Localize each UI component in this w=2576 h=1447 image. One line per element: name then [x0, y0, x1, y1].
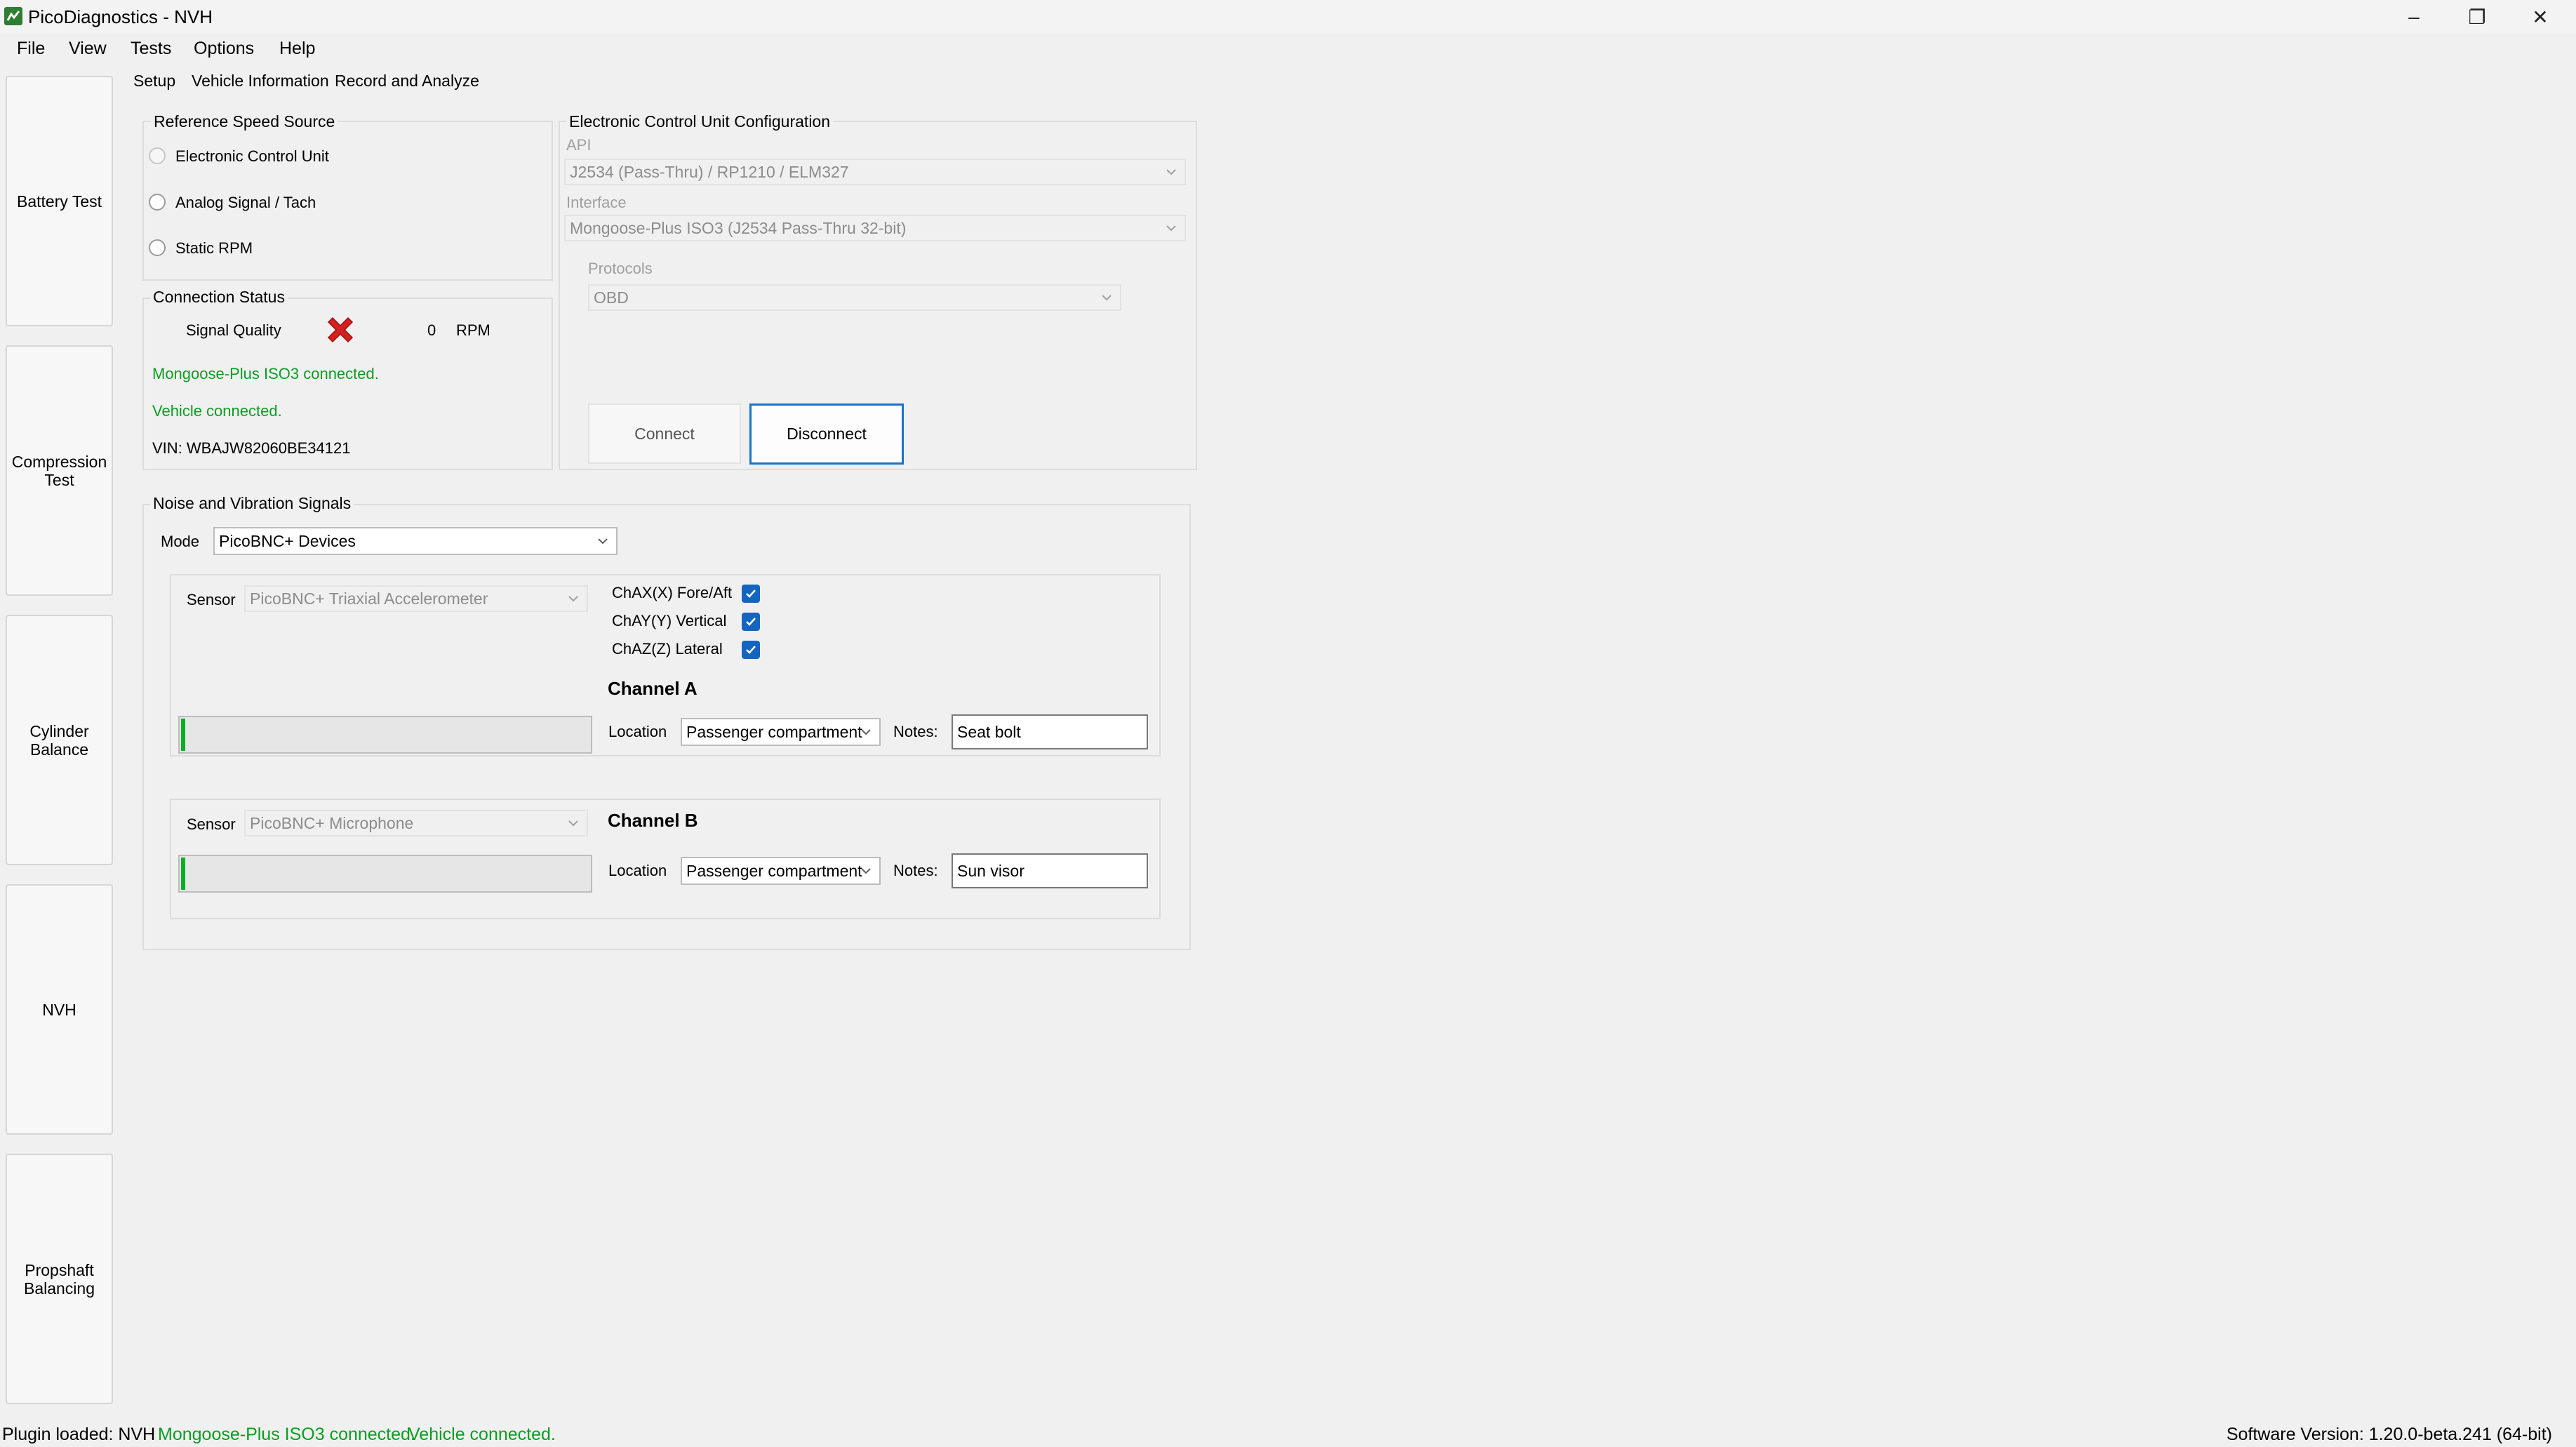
rpm-unit: RPM [456, 321, 490, 339]
interface-label: Interface [566, 194, 627, 211]
radio-static-rpm-label: Static RPM [175, 239, 253, 257]
channel-a-location-value: Passenger compartment [686, 722, 862, 741]
checkmark-icon [746, 646, 756, 654]
channel-a-location-label: Location [608, 723, 667, 740]
status-adapter: Mongoose-Plus ISO3 connected. [158, 1425, 415, 1444]
axis-y-checkbox[interactable] [742, 613, 760, 631]
nav-battery-test[interactable]: Battery Test [6, 76, 113, 326]
vin-text: VIN: WBAJW82060BE34121 [152, 439, 351, 457]
channel-b-location-label: Location [608, 862, 667, 879]
channel-b-location-dropdown[interactable]: Passenger compartment [681, 857, 881, 885]
tab-record-and-analyze[interactable]: Record and Analyze [335, 72, 479, 91]
chevron-down-icon [861, 729, 871, 735]
channel-a-sensor-label: Sensor [187, 591, 236, 608]
app-icon [3, 6, 24, 27]
nav-propshaft-balancing[interactable]: Propshaft Balancing [6, 1154, 113, 1404]
signal-quality-label: Signal Quality [186, 321, 281, 339]
tab-setup[interactable]: Setup [133, 72, 175, 91]
interface-dropdown[interactable]: Mongoose-Plus ISO3 (J2534 Pass-Thru 32-b… [564, 215, 1186, 241]
axis-z-label: ChAZ(Z) Lateral [612, 640, 723, 658]
menu-view[interactable]: View [69, 39, 107, 59]
window-title: PicoDiagnostics - NVH [28, 6, 213, 27]
channel-b-level-fill [181, 858, 185, 890]
channel-a-level-bar [178, 716, 592, 754]
axis-y-label: ChAY(Y) Vertical [612, 612, 727, 629]
channel-a-sensor-value: PicoBNC+ Triaxial Accelerometer [250, 589, 488, 608]
radio-static-rpm[interactable] [149, 239, 166, 256]
adapter-status-message: Mongoose-Plus ISO3 connected. [152, 365, 379, 382]
close-button[interactable]: ✕ [2509, 0, 2572, 34]
protocols-value: OBD [594, 288, 629, 307]
signal-error-icon [323, 312, 358, 347]
channel-b-sensor-value: PicoBNC+ Microphone [250, 813, 414, 832]
menu-options[interactable]: Options [194, 39, 254, 59]
channel-b-sensor-dropdown[interactable]: PicoBNC+ Microphone [244, 810, 588, 836]
rpm-value: 0 [427, 321, 436, 339]
channel-a-notes-label: Notes: [893, 723, 938, 740]
checkmark-icon [746, 589, 756, 598]
status-version: Software Version: 1.20.0-beta.241 (64-bi… [2226, 1425, 2552, 1444]
protocols-dropdown[interactable]: OBD [588, 284, 1121, 311]
protocols-label: Protocols [588, 260, 653, 277]
nav-nvh[interactable]: NVH [6, 884, 113, 1135]
mode-dropdown[interactable]: PicoBNC+ Devices [213, 527, 618, 555]
channel-a-location-dropdown[interactable]: Passenger compartment [681, 718, 881, 746]
channel-b-notes-field[interactable]: Sun visor [952, 853, 1148, 888]
channel-a-sensor-dropdown[interactable]: PicoBNC+ Triaxial Accelerometer [244, 585, 588, 612]
connect-button[interactable]: Connect [588, 404, 741, 464]
axis-x-checkbox[interactable] [742, 585, 760, 603]
api-dropdown[interactable]: J2534 (Pass-Thru) / RP1210 / ELM327 [564, 159, 1186, 185]
ecu-config-title: Electronic Control Unit Configuration [566, 112, 834, 131]
radio-ecu-label: Electronic Control Unit [175, 147, 329, 165]
nav-cylinder-balance[interactable]: Cylinder Balance [6, 615, 113, 865]
reference-speed-title: Reference Speed Source [151, 112, 338, 131]
title-bar: PicoDiagnostics - NVH – ❐ ✕ [0, 0, 2576, 34]
api-value: J2534 (Pass-Thru) / RP1210 / ELM327 [570, 162, 849, 181]
channel-a-title: Channel A [608, 678, 698, 699]
chevron-down-icon [1166, 169, 1176, 175]
chevron-down-icon [598, 538, 608, 545]
axis-x-label: ChAX(X) Fore/Aft [612, 584, 733, 601]
channel-b-sensor-label: Sensor [187, 815, 236, 833]
vehicle-status-message: Vehicle connected. [152, 402, 282, 420]
interface-value: Mongoose-Plus ISO3 (J2534 Pass-Thru 32-b… [570, 218, 907, 237]
channel-b-notes-label: Notes: [893, 862, 938, 879]
noise-vibration-title: Noise and Vibration Signals [150, 494, 354, 513]
nav-compression-test[interactable]: Compression Test [6, 345, 113, 596]
status-plugin: Plugin loaded: NVH [2, 1425, 156, 1444]
disconnect-button[interactable]: Disconnect [749, 404, 904, 465]
radio-analog-signal-label: Analog Signal / Tach [175, 194, 316, 211]
chevron-down-icon [568, 596, 578, 602]
chevron-down-icon [568, 820, 578, 827]
menu-help[interactable]: Help [279, 39, 315, 59]
maximize-button[interactable]: ❐ [2445, 0, 2509, 34]
checkmark-icon [746, 618, 756, 626]
channel-a-level-fill [181, 719, 185, 751]
minimize-button[interactable]: – [2382, 0, 2445, 34]
chevron-down-icon [1166, 225, 1176, 232]
status-vehicle: Vehicle connected. [408, 1425, 556, 1444]
channel-b-level-bar [178, 855, 592, 893]
api-label: API [566, 136, 592, 154]
radio-analog-signal[interactable] [149, 194, 166, 211]
tab-vehicle-information[interactable]: Vehicle Information [192, 72, 329, 91]
mode-label: Mode [161, 533, 200, 550]
axis-z-checkbox[interactable] [742, 641, 760, 659]
mode-value: PicoBNC+ Devices [219, 531, 356, 550]
chevron-down-icon [1102, 295, 1112, 301]
radio-ecu[interactable] [149, 147, 166, 164]
channel-b-title: Channel B [608, 810, 698, 831]
connection-status-title: Connection Status [150, 288, 288, 307]
menu-file[interactable]: File [17, 39, 45, 59]
channel-a-notes-field[interactable]: Seat bolt [952, 714, 1148, 749]
menu-tests[interactable]: Tests [131, 39, 171, 59]
channel-b-location-value: Passenger compartment [686, 861, 862, 880]
chevron-down-icon [861, 868, 871, 874]
